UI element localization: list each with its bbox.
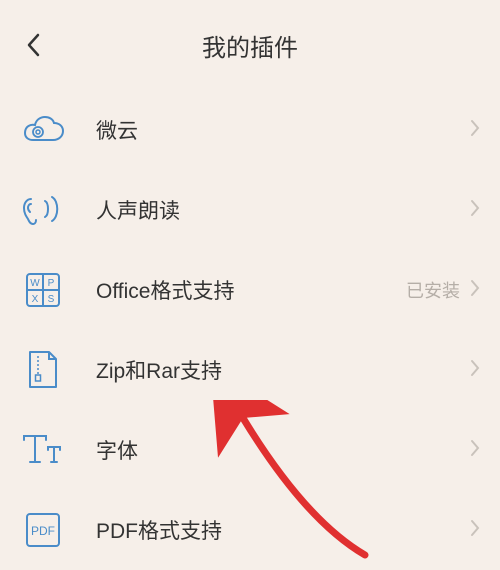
item-label: 微云 [96,115,470,145]
list-item-weiyun[interactable]: 微云 [20,90,480,170]
list-item-voice-read[interactable]: 人声朗读 [20,170,480,250]
list-item-pdf[interactable]: PDF PDF格式支持 [20,490,480,570]
cloud-icon [20,107,66,153]
item-label: Office格式支持 [96,275,406,305]
plugin-list: 微云 人声朗读 W P X S [0,90,500,570]
zip-file-icon [20,347,66,393]
page-title: 我的插件 [0,28,500,63]
ear-sound-icon [20,187,66,233]
svg-text:X: X [32,294,39,305]
back-icon [26,33,40,57]
chevron-right-icon [470,119,480,142]
item-label: Zip和Rar支持 [96,355,470,385]
back-button[interactable] [18,25,48,65]
chevron-right-icon [470,519,480,542]
item-label: PDF格式支持 [96,515,470,545]
font-icon [20,427,66,473]
office-grid-icon: W P X S [20,267,66,313]
svg-text:PDF: PDF [31,524,55,538]
chevron-right-icon [470,359,480,382]
list-item-fonts[interactable]: 字体 [20,410,480,490]
svg-text:S: S [48,294,55,305]
chevron-right-icon [470,199,480,222]
item-label: 字体 [96,435,470,465]
svg-text:W: W [30,278,40,289]
list-item-office[interactable]: W P X S Office格式支持 已安装 [20,250,480,330]
status-badge: 已安装 [406,277,460,303]
list-item-zip-rar[interactable]: Zip和Rar支持 [20,330,480,410]
header: 我的插件 [0,0,500,90]
chevron-right-icon [470,279,480,302]
item-label: 人声朗读 [96,195,470,225]
chevron-right-icon [470,439,480,462]
pdf-icon: PDF [20,507,66,553]
svg-text:P: P [48,278,55,289]
